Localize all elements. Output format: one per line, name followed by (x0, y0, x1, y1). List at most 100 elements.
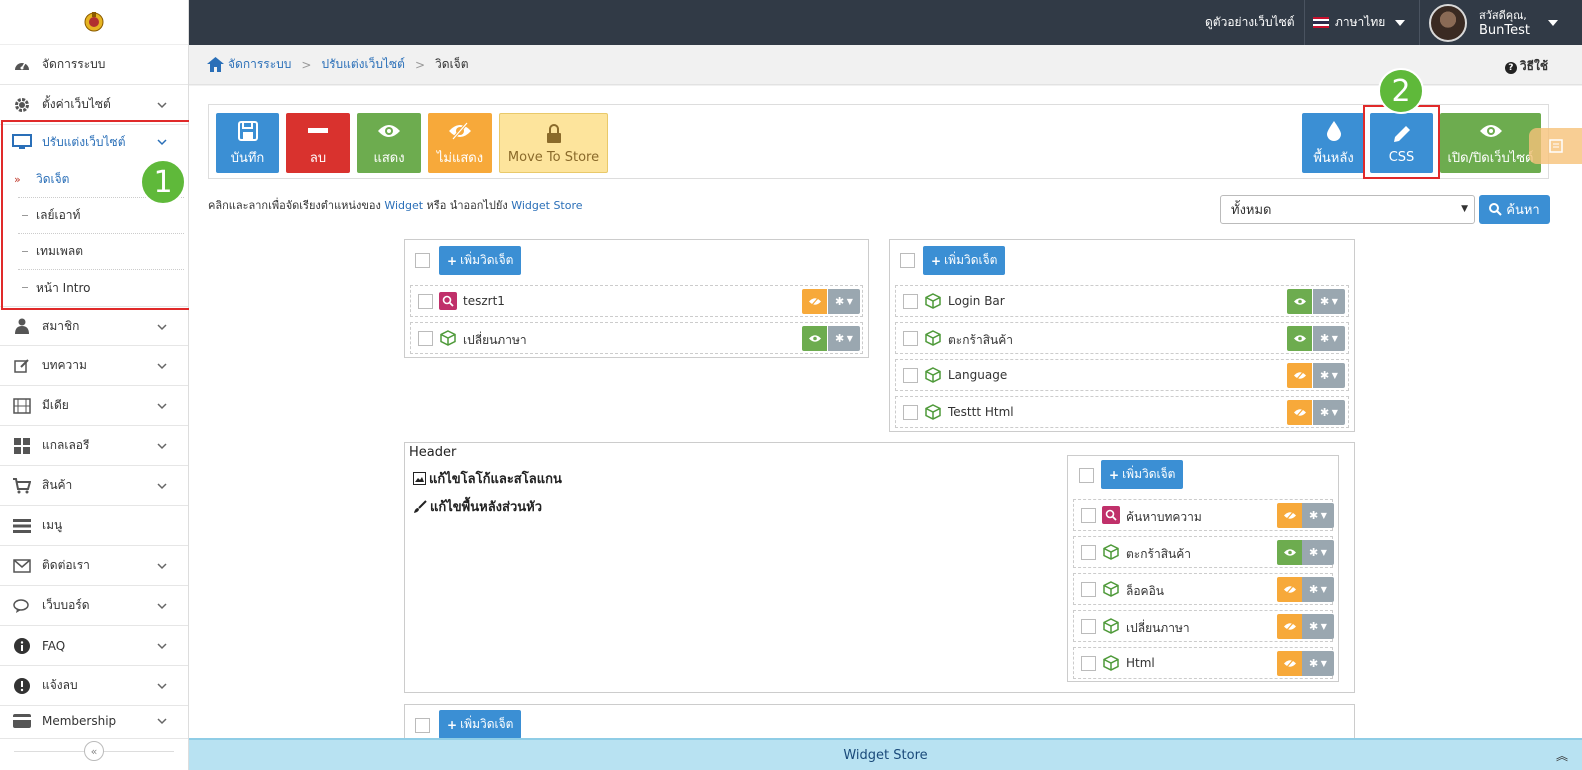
widget-settings-dropdown[interactable]: ✱ ▼ (828, 289, 860, 314)
sidebar-item-site-settings[interactable]: ตั้งค่าเว็บไซต์ (0, 85, 188, 125)
widget-checkbox[interactable] (1081, 545, 1096, 560)
search-icon (1102, 506, 1120, 524)
help-link[interactable]: ? วิธีใช้ (1504, 57, 1548, 76)
collapse-sidebar-button[interactable]: « (84, 741, 104, 761)
cube-icon (1102, 617, 1120, 635)
add-widget-button[interactable]: + เพิ่มวิดเจ็ต (439, 246, 522, 275)
select-all-checkbox[interactable] (1079, 468, 1094, 483)
brush-icon (414, 499, 427, 513)
widget-row[interactable]: ตะกร้าสินค้า ✱ ▼ (895, 322, 1349, 354)
widget-row[interactable]: teszrt1 ✱ ▼ (410, 285, 863, 317)
visibility-toggle[interactable] (1277, 577, 1302, 602)
search-button[interactable]: ค้นหา (1479, 195, 1550, 224)
widget-row[interactable]: ล็อคอิน ✱ ▼ (1073, 573, 1334, 605)
sidebar-item-label: เว็บบอร์ด (42, 598, 90, 612)
visibility-toggle[interactable] (802, 326, 827, 351)
sidebar-item-webboard[interactable]: เว็บบอร์ด (0, 586, 188, 626)
select-all-checkbox[interactable] (415, 253, 430, 268)
visibility-toggle[interactable] (1287, 363, 1312, 388)
sidebar-item-gallery[interactable]: แกลเลอรี (0, 426, 188, 466)
widget-row[interactable]: Testtt Html ✱ ▼ (895, 396, 1349, 428)
widget-row[interactable]: Html ✱ ▼ (1073, 647, 1334, 679)
edit-header-bg-link[interactable]: แก้ไขพื้นหลังส่วนหัว (413, 496, 542, 517)
breadcrumb-parent[interactable]: ปรับแต่งเว็บไซต์ (321, 55, 405, 74)
delete-button[interactable]: ลบ (286, 113, 350, 173)
widget-checkbox[interactable] (418, 331, 433, 346)
language-dropdown[interactable]: ภาษาไทย (1313, 0, 1406, 45)
visibility-toggle[interactable] (1287, 326, 1312, 351)
widget-checkbox[interactable] (903, 405, 918, 420)
hide-button[interactable]: ไม่แสดง (428, 113, 492, 173)
select-all-checkbox[interactable] (900, 253, 915, 268)
move-to-store-button[interactable]: Move To Store (499, 113, 608, 173)
sidebar-item-faq[interactable]: FAQ (0, 626, 188, 666)
widget-checkbox[interactable] (1081, 508, 1096, 523)
widget-store-bar[interactable]: Widget Store ︽ (189, 738, 1582, 770)
drag-hint-text: คลิกและลากเพื่อจัดเรียงตำแหน่งของ Widget… (208, 199, 583, 212)
widget-row[interactable]: เปลี่ยนภาษา ✱ ▼ (1073, 610, 1334, 642)
widget-checkbox[interactable] (903, 294, 918, 309)
background-button[interactable]: พื้นหลัง (1302, 113, 1365, 173)
sidebar-item-members[interactable]: สมาชิก (0, 306, 188, 346)
sidebar-item-report[interactable]: แจ้งลบ (0, 666, 188, 706)
toggle-site-button[interactable]: เปิด/ปิดเว็บไซต์ (1440, 113, 1541, 173)
sidebar-item-articles[interactable]: บทความ (0, 346, 188, 386)
preview-site-link[interactable]: ดูตัวอย่างเว็บไซต์ (1205, 0, 1295, 45)
sidebar-item-label: แจ้งลบ (42, 678, 78, 692)
show-button[interactable]: แสดง (357, 113, 421, 173)
save-button[interactable]: บันทึก (216, 113, 279, 173)
user-menu[interactable]: สวัสดีคุณ, BunTest (1429, 0, 1558, 45)
widget-filter-select[interactable]: ทั้งหมด ▼ (1220, 195, 1475, 224)
add-widget-button[interactable]: + เพิ่มวิดเจ็ต (439, 710, 522, 739)
widget-checkbox[interactable] (903, 368, 918, 383)
sidebar-item-menu[interactable]: เมนู (0, 506, 188, 546)
widget-checkbox[interactable] (903, 331, 918, 346)
widget-label: Html (1126, 656, 1155, 670)
sidebar-item-label: สินค้า (42, 478, 73, 492)
visibility-toggle[interactable] (1277, 503, 1302, 528)
widget-checkbox[interactable] (418, 294, 433, 309)
widget-checkbox[interactable] (1081, 619, 1096, 634)
widget-settings-dropdown[interactable]: ✱ ▼ (828, 326, 860, 351)
logo[interactable] (0, 0, 188, 45)
home-icon[interactable] (207, 57, 224, 72)
sidebar-item-label: ตั้งค่าเว็บไซต์ (42, 97, 111, 111)
widget-settings-dropdown[interactable]: ✱ ▼ (1302, 577, 1334, 602)
edit-logo-link[interactable]: แก้ไขโลโก้และสโลแกน (413, 468, 562, 489)
widget-row[interactable]: Login Bar ✱ ▼ (895, 285, 1349, 317)
widget-settings-dropdown[interactable]: ✱ ▼ (1302, 503, 1334, 528)
widget-row[interactable]: ค้นหาบทความ ✱ ▼ (1073, 499, 1334, 531)
visibility-toggle[interactable] (1277, 651, 1302, 676)
visibility-toggle[interactable] (802, 289, 827, 314)
visibility-toggle[interactable] (1287, 289, 1312, 314)
visibility-toggle[interactable] (1277, 614, 1302, 639)
side-note-tab[interactable] (1529, 128, 1582, 164)
sidebar-item-products[interactable]: สินค้า (0, 466, 188, 506)
sidebar-item-membership[interactable]: Membership (0, 703, 188, 739)
select-all-checkbox[interactable] (415, 718, 430, 733)
sidebar-item-contact[interactable]: ติดต่อเรา (0, 546, 188, 586)
widget-row[interactable]: Language ✱ ▼ (895, 359, 1349, 391)
eye-icon (377, 119, 401, 143)
chevron-up-double-icon[interactable]: ︽ (1556, 747, 1568, 764)
widget-settings-dropdown[interactable]: ✱ ▼ (1313, 289, 1345, 314)
widget-row[interactable]: เปลี่ยนภาษา ✱ ▼ (410, 322, 863, 354)
add-widget-button[interactable]: + เพิ่มวิดเจ็ต (923, 246, 1006, 275)
sidebar-item-label: เมนู (42, 518, 63, 532)
widget-checkbox[interactable] (1081, 656, 1096, 671)
add-widget-button[interactable]: + เพิ่มวิดเจ็ต (1101, 460, 1184, 489)
visibility-toggle[interactable] (1277, 540, 1302, 565)
widget-settings-dropdown[interactable]: ✱ ▼ (1302, 614, 1334, 639)
widget-settings-dropdown[interactable]: ✱ ▼ (1313, 400, 1345, 425)
widget-settings-dropdown[interactable]: ✱ ▼ (1313, 326, 1345, 351)
breadcrumb-home[interactable]: จัดการระบบ (228, 55, 291, 74)
sidebar-item-media[interactable]: มีเดีย (0, 386, 188, 426)
widget-settings-dropdown[interactable]: ✱ ▼ (1302, 651, 1334, 676)
widget-settings-dropdown[interactable]: ✱ ▼ (1302, 540, 1334, 565)
widget-checkbox[interactable] (1081, 582, 1096, 597)
annotation-box-2 (1363, 105, 1440, 179)
widget-row[interactable]: ตะกร้าสินค้า ✱ ▼ (1073, 536, 1334, 568)
visibility-toggle[interactable] (1287, 400, 1312, 425)
sidebar-item-dashboard[interactable]: จัดการระบบ (0, 45, 188, 85)
widget-settings-dropdown[interactable]: ✱ ▼ (1313, 363, 1345, 388)
